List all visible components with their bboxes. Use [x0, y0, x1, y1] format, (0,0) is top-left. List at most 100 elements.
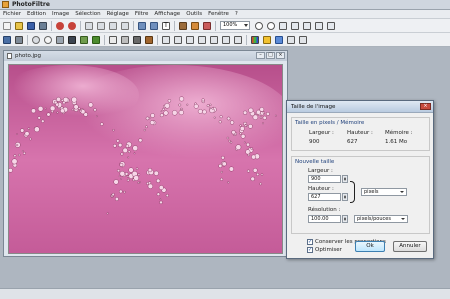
zoom-select[interactable]: 100%: [220, 21, 250, 30]
undo-icon[interactable]: [56, 21, 64, 30]
minimize-icon[interactable]: –: [256, 52, 265, 59]
auto-level-icon[interactable]: [3, 35, 11, 44]
water-droplet: [133, 175, 139, 181]
crop-icon[interactable]: [287, 35, 295, 44]
full-screen-icon[interactable]: [303, 21, 311, 30]
rotate-left-icon[interactable]: [222, 35, 230, 44]
water-droplet: [178, 103, 182, 107]
toolbar-separator: [51, 20, 52, 31]
water-droplet: [171, 110, 178, 116]
gamma-plus-icon[interactable]: [121, 35, 129, 44]
resolution-input[interactable]: 100.00: [308, 215, 341, 223]
menu-fichier[interactable]: Fichier: [3, 11, 21, 17]
options-icon[interactable]: [327, 21, 335, 30]
unit-select[interactable]: pixels: [361, 188, 407, 196]
sharpen-icon[interactable]: [174, 35, 182, 44]
water-droplet: [147, 167, 153, 173]
redo-icon[interactable]: [68, 21, 76, 30]
width-input[interactable]: 900: [308, 175, 341, 183]
actual-size-icon[interactable]: [279, 21, 287, 30]
water-droplet: [125, 144, 130, 148]
gamma-minus-icon[interactable]: [109, 35, 117, 44]
menu-fenetre[interactable]: Fenêtre: [208, 11, 229, 17]
print-icon[interactable]: [39, 21, 47, 30]
rotate-right-icon[interactable]: [234, 35, 242, 44]
optimize-check-icon[interactable]: ✓: [307, 247, 313, 253]
dialog-close-icon[interactable]: ×: [420, 103, 431, 110]
sepia-icon[interactable]: [145, 35, 153, 44]
cut-icon[interactable]: [85, 21, 93, 30]
hue-icon[interactable]: [275, 35, 283, 44]
keep-proportions-check-icon[interactable]: ✓: [307, 239, 313, 245]
zoom-in-icon[interactable]: [255, 21, 263, 30]
water-droplet: [262, 111, 265, 114]
close-icon[interactable]: ×: [276, 52, 285, 59]
brightness-minus-icon[interactable]: [32, 35, 40, 44]
contrast-plus-icon[interactable]: [68, 35, 76, 44]
flip-vertical-icon[interactable]: [210, 35, 218, 44]
filter-icon[interactable]: [179, 21, 187, 30]
auto-contrast-icon[interactable]: [15, 35, 23, 44]
canvas-size-icon[interactable]: [150, 21, 158, 30]
width-spinner[interactable]: [342, 175, 348, 183]
open-folder-icon[interactable]: [15, 21, 23, 30]
zoom-out-icon[interactable]: [267, 21, 275, 30]
grid-icon[interactable]: [315, 21, 323, 30]
frame-icon[interactable]: [299, 35, 307, 44]
saturation-plus-icon[interactable]: [92, 35, 100, 44]
image-window[interactable]: photo.jpg – □ ×: [3, 50, 288, 257]
water-droplet: [118, 142, 123, 148]
flip-horizontal-icon[interactable]: [198, 35, 206, 44]
image-size-icon[interactable]: [138, 21, 146, 30]
image-window-titlebar[interactable]: photo.jpg – □ ×: [4, 51, 287, 61]
paste-icon[interactable]: [109, 21, 117, 30]
emboss-icon[interactable]: [186, 35, 194, 44]
new-file-icon[interactable]: [3, 21, 11, 30]
water-droplet: [256, 172, 260, 176]
water-droplet: [274, 114, 277, 117]
copy-icon[interactable]: [97, 21, 105, 30]
menu-reglage[interactable]: Réglage: [107, 11, 129, 17]
color-balance-icon[interactable]: [263, 35, 271, 44]
saturation-minus-icon[interactable]: [80, 35, 88, 44]
brightness-plus-icon[interactable]: [44, 35, 52, 44]
water-droplet: [248, 124, 253, 129]
fit-window-icon[interactable]: [291, 21, 299, 30]
ok-button[interactable]: Ok: [355, 241, 385, 252]
menu-image[interactable]: Image: [52, 11, 69, 17]
paste-new-icon[interactable]: [121, 21, 129, 30]
resolution-unit-select[interactable]: pixels/pouces: [354, 215, 408, 223]
water-droplet: [93, 108, 97, 112]
water-droplet: [164, 103, 170, 109]
resolution-spinner[interactable]: [342, 215, 348, 223]
photomasque-icon[interactable]: [203, 21, 211, 30]
menu-affichage[interactable]: Affichage: [154, 11, 180, 17]
save-icon[interactable]: [27, 21, 35, 30]
menu-outils[interactable]: Outils: [186, 11, 202, 17]
optimize-checkbox[interactable]: ✓ Optimiser: [307, 247, 342, 253]
height-input[interactable]: 627: [308, 193, 341, 201]
contrast-minus-icon[interactable]: [56, 35, 64, 44]
water-droplet: [159, 200, 163, 205]
maximize-icon[interactable]: □: [266, 52, 275, 59]
water-droplet: [147, 183, 154, 189]
water-droplet: [179, 108, 182, 111]
height-spinner[interactable]: [342, 193, 348, 201]
menu-selection[interactable]: Sélection: [75, 11, 100, 17]
cancel-button[interactable]: Annuler: [393, 241, 427, 252]
dialog-titlebar[interactable]: Taille de l'image ×: [287, 101, 433, 113]
effect-icon[interactable]: [191, 21, 199, 30]
text-tool-icon[interactable]: T: [162, 21, 170, 30]
menu-help[interactable]: ?: [235, 11, 238, 17]
menu-edition[interactable]: Edition: [27, 11, 46, 17]
grayscale-icon[interactable]: [133, 35, 141, 44]
rgb-icon[interactable]: [251, 35, 259, 44]
water-droplet: [250, 176, 255, 182]
water-droplet: [16, 144, 19, 147]
optimize-label: Optimiser: [315, 247, 342, 253]
photo-canvas[interactable]: [8, 64, 283, 254]
width-label: Largeur :: [308, 168, 333, 174]
water-droplet: [250, 147, 253, 150]
menu-filtre[interactable]: Filtre: [135, 11, 149, 17]
blur-icon[interactable]: [162, 35, 170, 44]
